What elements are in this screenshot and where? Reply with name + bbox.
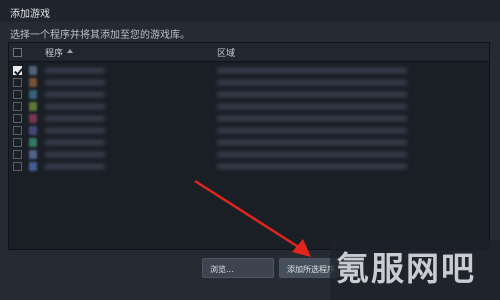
program-location-blurred	[217, 128, 407, 133]
column-location[interactable]: 区域	[217, 46, 235, 59]
row-checkbox[interactable]	[13, 126, 22, 135]
list-item[interactable]	[9, 77, 489, 88]
program-location-blurred	[217, 164, 407, 169]
row-checkbox[interactable]	[13, 66, 23, 76]
program-location-blurred	[217, 140, 407, 145]
program-icon	[29, 126, 37, 135]
program-icon	[29, 150, 37, 159]
row-checkbox[interactable]	[13, 90, 22, 99]
program-name-blurred	[45, 68, 105, 73]
program-location-blurred	[217, 68, 407, 73]
sort-ascending-icon	[67, 49, 73, 53]
program-location-blurred	[217, 116, 407, 121]
watermark-text: 氪服网吧	[336, 249, 476, 288]
program-icon	[29, 138, 37, 147]
list-header: 程序 区域	[9, 43, 489, 62]
row-checkbox[interactable]	[13, 162, 22, 171]
program-icon	[29, 78, 37, 87]
list-item[interactable]	[9, 65, 489, 76]
program-icon	[29, 102, 37, 111]
dialog-subtitle: 选择一个程序并将其添加至您的游戏库。	[10, 30, 190, 41]
program-icon	[29, 162, 37, 171]
program-name-blurred	[45, 104, 105, 109]
column-program[interactable]: 程序	[45, 46, 63, 59]
program-name-blurred	[45, 128, 105, 133]
list-item[interactable]	[9, 125, 489, 136]
row-checkbox[interactable]	[13, 78, 22, 87]
program-icon	[29, 90, 37, 99]
program-location-blurred	[217, 104, 407, 109]
row-checkbox[interactable]	[13, 114, 22, 123]
program-icon	[29, 114, 37, 123]
program-icon	[29, 66, 37, 75]
program-name-blurred	[45, 152, 105, 157]
list-item[interactable]	[9, 137, 489, 148]
list-item[interactable]	[9, 89, 489, 100]
list-item[interactable]	[9, 149, 489, 160]
program-name-blurred	[45, 164, 105, 169]
browse-button[interactable]: 浏览...	[202, 258, 274, 278]
list-item[interactable]	[9, 113, 489, 124]
titlebar: 添加游戏	[0, 0, 500, 22]
program-location-blurred	[217, 80, 407, 85]
list-item[interactable]	[9, 101, 489, 112]
window-title: 添加游戏	[10, 9, 50, 20]
program-location-blurred	[217, 152, 407, 157]
list-item[interactable]	[9, 161, 489, 172]
row-checkbox[interactable]	[13, 138, 22, 147]
row-checkbox[interactable]	[13, 102, 22, 111]
program-name-blurred	[45, 140, 105, 145]
program-name-blurred	[45, 80, 105, 85]
program-name-blurred	[45, 116, 105, 121]
checkmark-icon	[14, 66, 23, 76]
program-location-blurred	[217, 92, 407, 97]
select-all-checkbox[interactable]	[13, 48, 22, 57]
row-checkbox[interactable]	[13, 150, 22, 159]
program-list[interactable]: 程序 区域	[8, 42, 490, 250]
program-name-blurred	[45, 92, 105, 97]
